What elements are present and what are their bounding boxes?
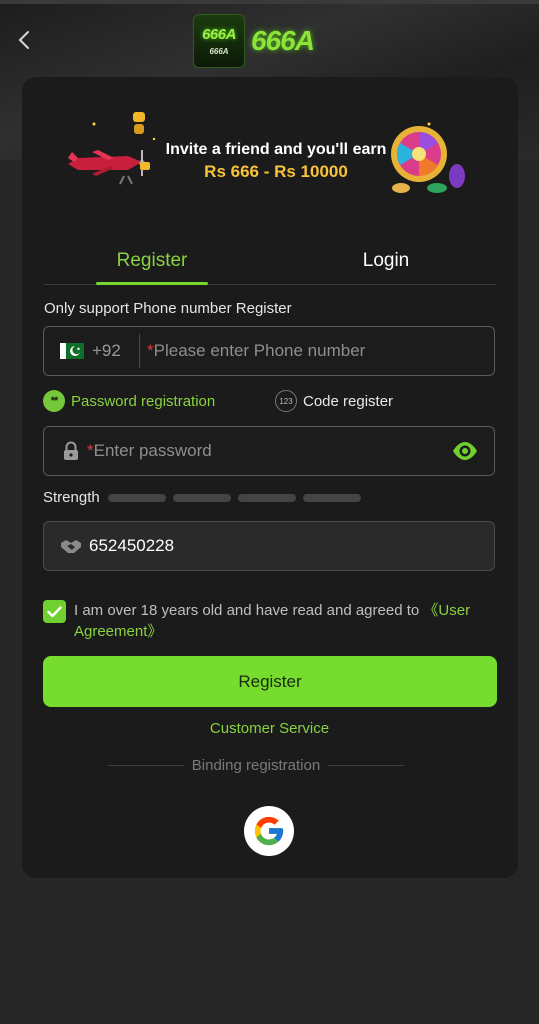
country-code-selector[interactable]: +92 [92,341,132,361]
chevron-left-icon [18,31,29,49]
radio-unselected-icon: 123 [275,390,297,412]
strength-segment [237,493,296,502]
field-divider [139,334,140,368]
invite-code-input[interactable]: 652450228 [89,536,174,556]
phone-field[interactable]: +92 * Please enter Phone number [43,326,495,376]
phone-register-hint: Only support Phone number Register [44,300,292,317]
lock-icon [64,441,78,460]
password-registration-label: Password registration [71,392,216,410]
agreement-text: I am over 18 years old and have read and… [74,600,494,642]
password-input[interactable]: Enter password [94,441,212,461]
check-icon [47,605,62,617]
logo-badge-title: 666A [202,26,236,43]
invite-code-field[interactable]: 652450228 [43,521,495,571]
register-button[interactable]: Register [43,656,497,707]
divider-line [108,765,184,766]
eye-icon[interactable] [452,440,478,462]
agreement-checkbox[interactable] [43,600,66,623]
agreement-row: I am over 18 years old and have read and… [43,600,495,642]
tab-register[interactable]: Register [96,237,208,285]
banner-headline: Invite a friend and you'll earn [165,141,387,158]
logo-badge-subtitle: 666A [209,47,229,56]
strength-label: Strength [43,489,100,506]
customer-service-link[interactable]: Customer Service [0,720,539,737]
pakistan-flag-icon [60,343,84,359]
register-mode-selector: ** Password registration 123 Code regist… [43,388,495,414]
password-field[interactable]: * Enter password [43,426,495,476]
binding-registration-label: Binding registration [191,757,321,774]
top-divider [0,0,539,4]
radio-selected-icon: ** [43,390,65,412]
password-strength: Strength [43,489,368,506]
password-registration-option[interactable]: ** Password registration [43,390,215,412]
strength-meter [107,493,368,502]
code-register-option[interactable]: 123 Code register [275,390,393,412]
strength-segment [107,493,166,502]
banner-reward: Rs 666 - Rs 10000 [204,162,348,181]
brand-logo: 666A 666A 666A [193,13,315,69]
handshake-icon [61,540,81,553]
required-mark: * [87,441,94,460]
agreement-statement: I am over 18 years old and have read and… [74,602,424,619]
tab-login[interactable]: Login [330,237,442,285]
active-tab-indicator [96,282,208,285]
binding-divider: Binding registration [108,757,404,774]
google-login-button[interactable] [244,806,294,856]
strength-segment [172,493,231,502]
logo-badge: 666A 666A [193,14,245,68]
required-mark: * [147,341,154,360]
strength-segment [302,493,361,502]
banner-text: Invite a friend and you'll earn Rs 666 -… [146,140,406,182]
code-register-label: Code register [303,392,394,410]
phone-input[interactable]: Please enter Phone number [154,341,366,361]
divider-line [327,765,404,766]
invite-banner[interactable]: Invite a friend and you'll earn Rs 666 -… [44,84,484,204]
logo-wordmark: 666A [251,25,315,56]
google-icon [254,816,284,846]
back-button[interactable] [10,26,38,54]
auth-tabs: Register Login [44,237,496,285]
